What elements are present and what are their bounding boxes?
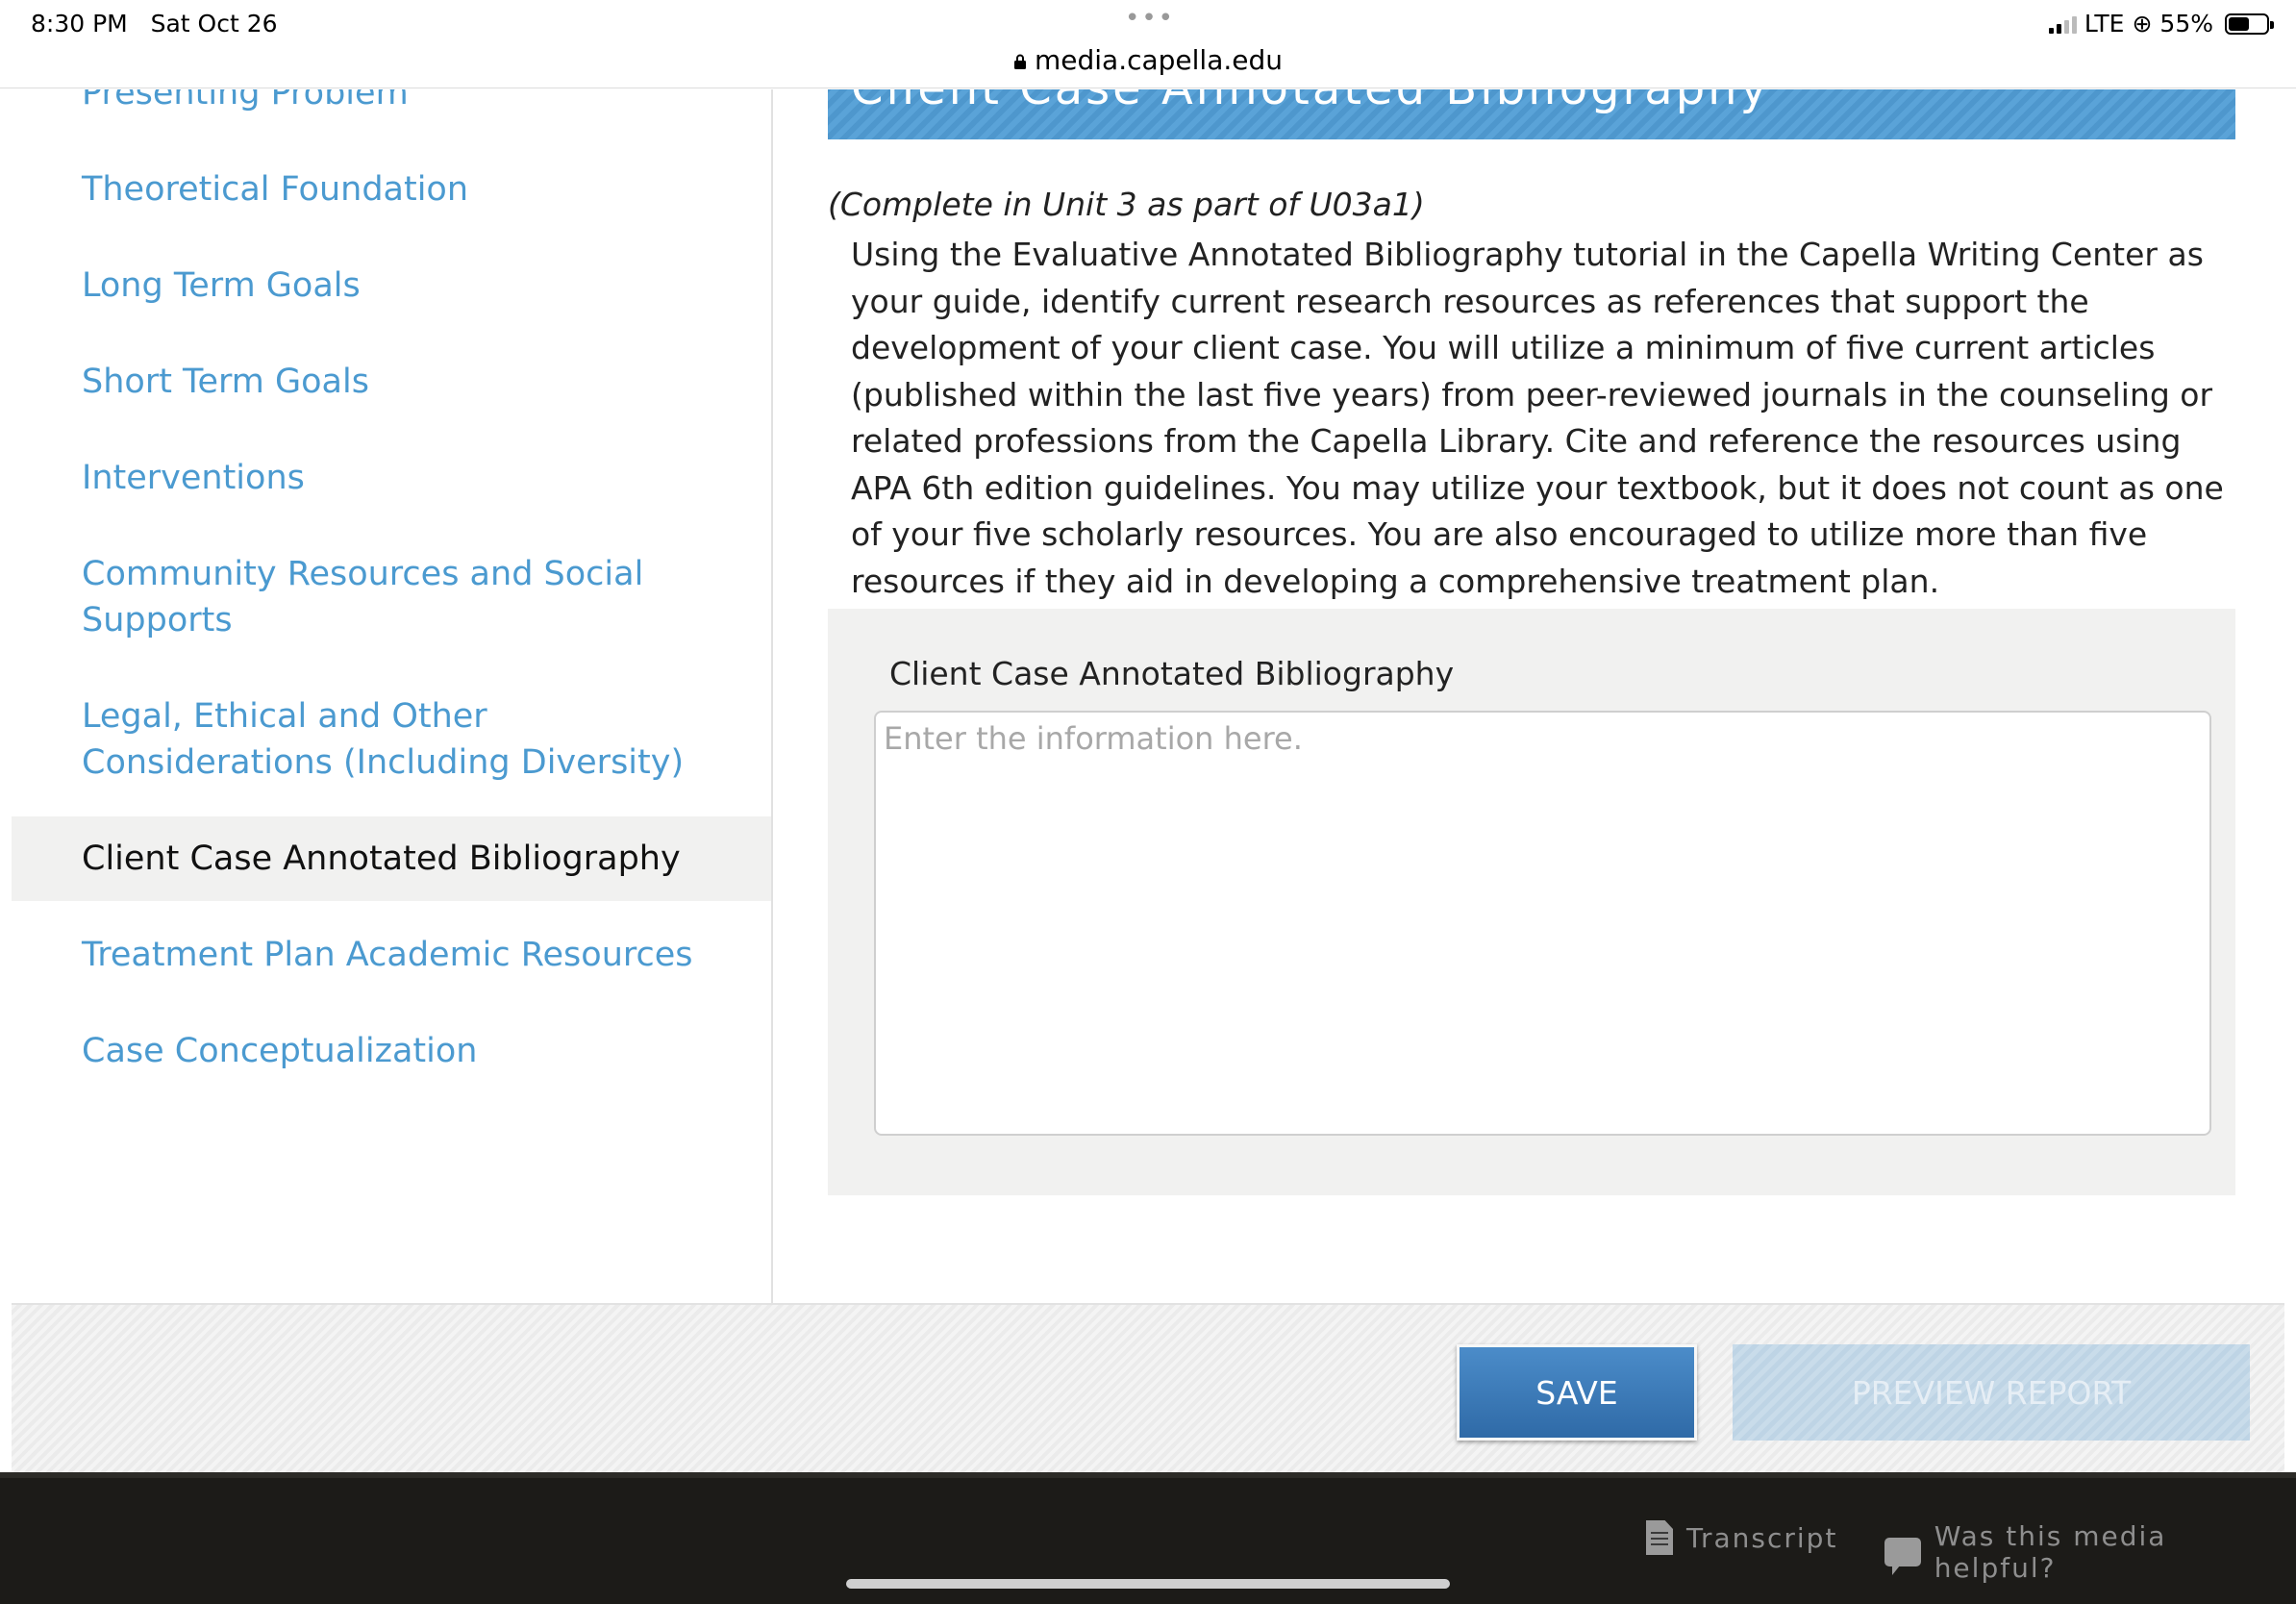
url-text: media.capella.edu — [1034, 44, 1284, 76]
status-time-date: 8:30 PM Sat Oct 26 — [31, 10, 278, 38]
orientation-lock-icon: ⊕ — [2132, 10, 2153, 38]
lock-icon — [1013, 54, 1026, 69]
status-bar: 8:30 PM Sat Oct 26 ••• media.capella.edu… — [0, 0, 2296, 88]
status-time: 8:30 PM — [31, 10, 128, 38]
feedback-label: Was this media helpful? — [1934, 1520, 2167, 1584]
battery-icon — [2225, 13, 2274, 35]
bibliography-textarea[interactable] — [874, 711, 2211, 1136]
network-type: LTE — [2084, 10, 2125, 38]
transcript-label: Transcript — [1686, 1521, 1838, 1554]
sidebar-item-treatment-plan-resources[interactable]: Treatment Plan Academic Resources — [12, 932, 771, 978]
preview-report-button[interactable]: PREVIEW REPORT — [1733, 1344, 2250, 1441]
instructions-text: Using the Evaluative Annotated Bibliogra… — [851, 236, 2224, 600]
media-feedback-link[interactable]: Was this media helpful? — [1884, 1520, 2296, 1584]
transcript-link[interactable]: Transcript — [1646, 1520, 1837, 1555]
speech-bubble-icon — [1884, 1538, 1921, 1575]
document-icon — [1646, 1520, 1673, 1555]
section-title-banner: Client Case Annotated Bibliography — [828, 89, 2235, 139]
home-indicator[interactable] — [846, 1579, 1450, 1589]
sidebar-item-annotated-bibliography[interactable]: Client Case Annotated Bibliography — [12, 816, 771, 901]
bibliography-field-label: Client Case Annotated Bibliography — [889, 655, 1455, 692]
battery-percent: 55% — [2159, 10, 2213, 38]
save-button[interactable]: SAVE — [1457, 1344, 1697, 1441]
status-indicators: LTE ⊕ 55% — [2048, 10, 2274, 38]
unit-note: (Complete in Unit 3 as part of U03a1) — [828, 186, 1425, 223]
sidebar-item-short-term-goals[interactable]: Short Term Goals — [12, 359, 771, 405]
form-panel: Client Case Annotated Bibliography — [828, 609, 2235, 1195]
section-navigation: Presenting Problem Theoretical Foundatio… — [12, 89, 773, 1303]
battery-fill — [2229, 16, 2249, 31]
multitasking-dots-icon[interactable]: ••• — [1125, 4, 1175, 33]
sidebar-item-long-term-goals[interactable]: Long Term Goals — [12, 263, 771, 309]
sidebar-item-interventions[interactable]: Interventions — [12, 455, 771, 501]
address-bar[interactable]: media.capella.edu — [0, 44, 2296, 76]
sidebar-item-presenting-problem[interactable]: Presenting Problem — [12, 89, 771, 116]
action-bar: SAVE PREVIEW REPORT — [12, 1303, 2284, 1472]
sidebar-item-case-conceptualization[interactable]: Case Conceptualization — [12, 1028, 771, 1074]
sidebar-item-theoretical-foundation[interactable]: Theoretical Foundation — [12, 166, 771, 213]
sidebar-item-community-resources[interactable]: Community Resources and Social Supports — [12, 551, 771, 643]
sidebar-item-legal-ethical[interactable]: Legal, Ethical and Other Considerations … — [12, 693, 771, 786]
status-date: Sat Oct 26 — [150, 10, 278, 38]
main-content: Client Case Annotated Bibliography (Comp… — [775, 89, 2296, 1303]
cellular-signal-icon — [2048, 14, 2077, 34]
